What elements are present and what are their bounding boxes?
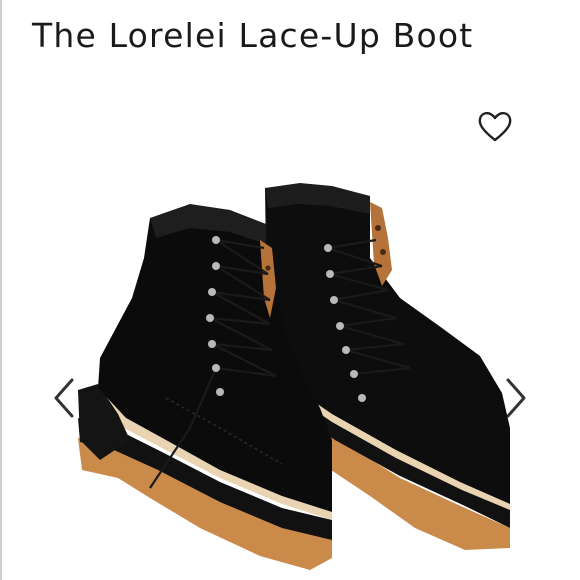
product-title: The Lorelei Lace-Up Boot (32, 16, 474, 56)
heart-outline-icon (478, 112, 512, 142)
favorite-heart-button[interactable] (476, 108, 514, 144)
page-edge-divider (0, 0, 2, 580)
product-photo (78, 183, 510, 570)
